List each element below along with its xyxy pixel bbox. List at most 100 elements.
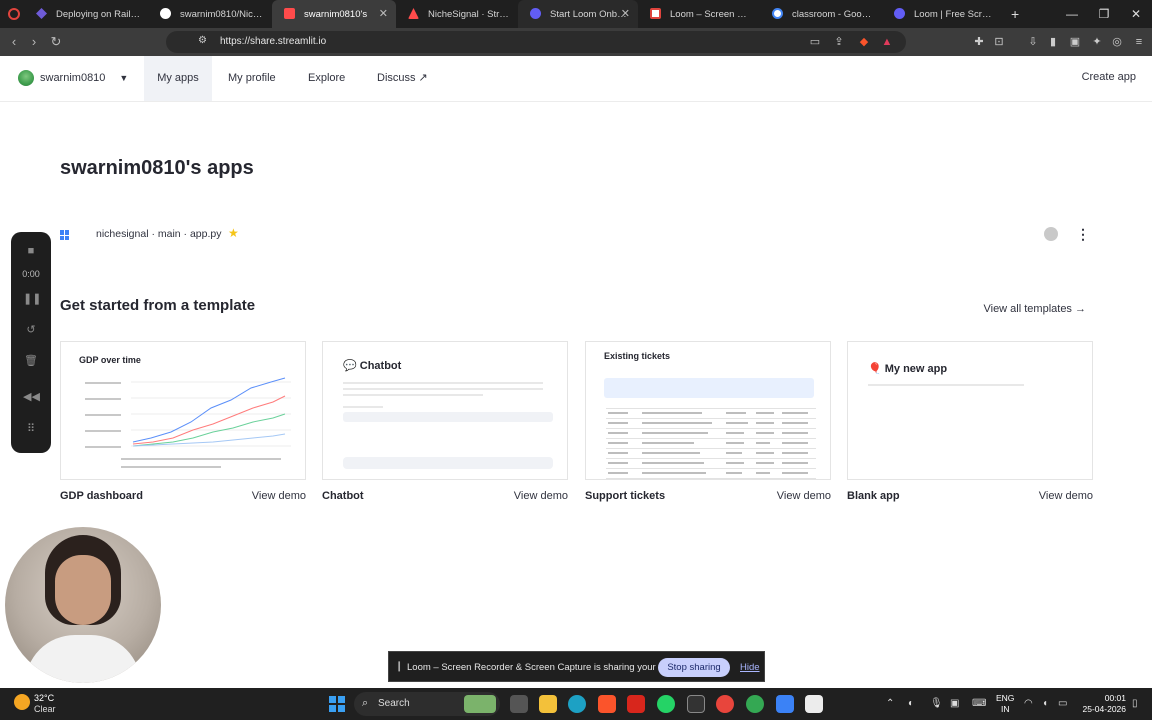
tab-loom-free[interactable]: Loom | Free Screen & V [882,0,1004,28]
sidebar-icon[interactable]: ▮ [1046,35,1060,49]
chrome-icon[interactable] [716,695,734,713]
view-demo-link[interactable]: View demo [1039,490,1093,502]
windows-taskbar: 32°C Clear ⌕ Search ⌃ ◐ 🎙 ▣ ⌨ ENG IN ◠ ◖ … [0,688,1152,720]
restart-icon[interactable]: ↺ [23,323,39,337]
microphone-icon[interactable]: 🎙 [930,698,943,709]
vscode-icon[interactable] [776,695,794,713]
volume-icon[interactable]: ◖ [1042,698,1048,709]
template-card-blank[interactable]: 🎈 My new app [847,341,1093,480]
username: swarnim0810 [40,72,106,84]
address-bar[interactable]: ⚙ https://share.streamlit.io [166,31,906,53]
globe-icon[interactable] [1044,227,1058,241]
close-tab-icon[interactable]: ✕ [621,7,630,20]
brave-shield-icon[interactable]: ◆ [857,35,871,49]
chrome-profile-icon[interactable] [746,695,764,713]
tab-nichesignal[interactable]: NicheSignal · Streamlit [396,0,518,28]
create-app-button[interactable]: Create app [1082,71,1136,83]
rewind-icon[interactable]: ◀◀ [23,390,40,404]
tab-railway[interactable]: Deploying on Railway [24,0,148,28]
new-tab-icon[interactable]: + [1011,6,1019,22]
more-options-icon[interactable]: ⋮ [1076,226,1090,243]
template-card-chatbot[interactable]: 💬 Chatbot [322,341,568,480]
forward-icon[interactable]: › [26,34,42,50]
app-name[interactable]: nichesignal · main · app.py [96,228,221,240]
tab-loom-recorder[interactable]: Loom – Screen Recorde [638,0,760,28]
stop-recording-icon[interactable]: ■ [23,244,39,258]
minimize-window-icon[interactable]: — [1056,0,1088,28]
template-name[interactable]: Blank app [847,490,900,502]
windows-start-icon[interactable] [329,696,345,712]
tab-google-search[interactable]: classroom - Google Sea [760,0,882,28]
battery-icon[interactable]: ▭ [1058,698,1067,709]
workspace-selector[interactable]: swarnim0810 ▼ [18,70,128,86]
keyboard-icon[interactable]: ⌨ [972,698,986,709]
tab-github[interactable]: swarnim0810/NicheSig [148,0,272,28]
browser-toolbar: ‹ › ↻ ⛉ ⚙ https://share.streamlit.io ▭ ⇪… [0,28,1152,56]
brave-rewards-icon[interactable]: ▲ [880,35,894,49]
template-name[interactable]: Chatbot [322,490,364,502]
leo-ai-icon[interactable]: ✦ [1090,35,1104,49]
language-indicator[interactable]: ENG IN [996,693,1014,715]
maximize-window-icon[interactable]: ❐ [1088,0,1120,28]
tab-streamlit-apps[interactable]: swarnim0810's ✕ [272,0,396,28]
extensions-icon[interactable]: ✚ [972,35,986,49]
nav-my-profile[interactable]: My profile [216,56,288,101]
tab-loom-onboarding[interactable]: Start Loom Onboar ✕ [518,0,638,28]
terminal-icon[interactable] [687,695,705,713]
file-explorer-icon[interactable] [539,695,557,713]
edge-icon[interactable] [568,695,586,713]
notifications-icon[interactable]: ▯ [1132,698,1138,709]
system-clock[interactable]: 00:01 25-04-2026 [1080,693,1126,715]
nav-discuss[interactable]: Discuss ↗ [365,56,440,101]
snipping-tool-icon[interactable] [805,695,823,713]
whatsapp-icon[interactable] [657,695,675,713]
view-demo-link[interactable]: View demo [777,490,831,502]
browser-profile-icon[interactable] [8,8,20,20]
screen-sharing-bar: ❙ Loom – Screen Recorder & Screen Captur… [388,651,765,682]
browser-tab-bar: Deploying on Railway swarnim0810/NicheSi… [0,0,1152,28]
view-all-templates-link[interactable]: View all templates → [983,303,1086,315]
template-name[interactable]: Support tickets [585,490,665,502]
nav-my-apps[interactable]: My apps [144,56,212,101]
stop-sharing-button[interactable]: Stop sharing [658,658,730,677]
share-icon[interactable]: ⇪ [832,35,846,49]
tray-app-icon[interactable]: ▣ [950,698,959,709]
taskbar-search[interactable]: ⌕ Search [354,692,500,716]
star-icon[interactable]: ★ [228,226,239,240]
weather-sun-icon [14,694,30,710]
screenshot-icon[interactable]: ⊡ [992,35,1006,49]
delete-icon[interactable]: 🗑 [23,354,39,368]
cast-icon[interactable]: ▭ [808,35,822,49]
close-window-icon[interactable]: ✕ [1120,0,1152,28]
wifi-icon[interactable]: ◠ [1024,698,1033,709]
drag-handle-icon[interactable]: ❙ [395,661,403,672]
template-name[interactable]: GDP dashboard [60,490,143,502]
acrobat-icon[interactable] [627,695,645,713]
sharing-message: Loom – Screen Recorder & Screen Capture … [407,662,690,673]
vpn-icon[interactable]: ◎ [1110,35,1124,49]
view-demo-link[interactable]: View demo [252,490,306,502]
template-card-support[interactable]: Existing tickets [585,341,831,480]
site-info-icon[interactable]: ⚙ [198,35,207,46]
app-row[interactable]: nichesignal · main · app.py ★ ⋮ [60,226,1092,244]
webcam-bubble[interactable] [5,527,161,683]
back-icon[interactable]: ‹ [6,34,22,50]
wallet-icon[interactable]: ▣ [1068,35,1082,49]
hide-button[interactable]: Hide [740,662,760,673]
download-icon[interactable]: ⇩ [1026,35,1040,49]
close-tab-icon[interactable]: ✕ [379,7,388,20]
weather-temperature: 32°C [34,693,55,703]
task-view-icon[interactable] [510,695,528,713]
copilot-icon[interactable]: ◐ [908,698,914,709]
menu-icon[interactable]: ≡ [1132,35,1146,49]
view-demo-link[interactable]: View demo [514,490,568,502]
template-card-gdp[interactable]: GDP over time [60,341,306,480]
url-text[interactable]: https://share.streamlit.io [220,36,326,47]
drag-handle-icon[interactable]: ⠿ [23,422,39,436]
brave-icon[interactable] [598,695,616,713]
pause-icon[interactable]: ❚❚ [23,292,41,306]
reload-icon[interactable]: ↻ [48,34,64,50]
nav-explore[interactable]: Explore [296,56,357,101]
card-preview-text [343,394,483,396]
show-hidden-icons[interactable]: ⌃ [886,698,894,709]
